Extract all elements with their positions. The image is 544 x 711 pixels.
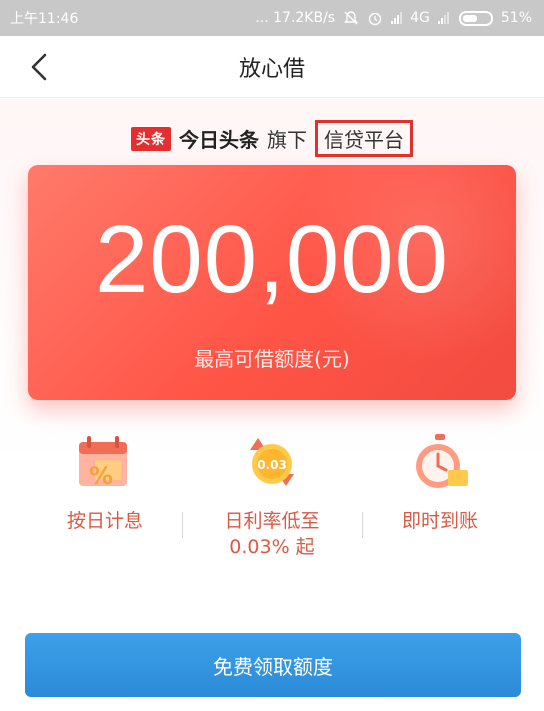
nav-bar: 放心借: [0, 36, 544, 98]
feature-label: 按日计息: [66, 510, 143, 532]
network-type: 4G: [410, 10, 430, 26]
feature-daily-interest: % 按日计息: [30, 430, 180, 534]
credit-limit-card: 200,000 最高可借额度(元): [28, 165, 516, 400]
back-button[interactable]: [22, 50, 56, 84]
status-bar: 上午11:46 ... 17.2KB/s 4G 51%: [0, 0, 544, 36]
calendar-percent-icon: %: [79, 436, 127, 490]
claim-limit-button[interactable]: 免费领取额度: [25, 633, 521, 697]
feature-interest-rate: 0.03 日利率低至 0.03% 起: [197, 430, 347, 560]
alarm-icon: [368, 12, 382, 26]
brand-prefix: 旗下: [267, 128, 307, 152]
status-right: ... 17.2KB/s 4G 51%: [255, 10, 532, 26]
signal-icon: [391, 12, 403, 24]
feature-label: 日利率低至 0.03% 起: [224, 510, 320, 558]
brand-highlight: 信贷平台: [315, 120, 413, 157]
feature-divider: [182, 512, 183, 538]
signal-icon-2: [437, 12, 449, 24]
feature-instant-arrival: 即时到账: [365, 430, 515, 534]
stopwatch-icon: [416, 434, 468, 488]
feature-list: % 按日计息 0.03 日利率低至 0.03% 起 即时到账: [0, 430, 544, 580]
status-time: 上午11:46: [10, 11, 79, 27]
battery-icon: [458, 10, 493, 26]
brand-name: 今日头条: [179, 128, 259, 152]
credit-caption: 最高可借额度(元): [194, 347, 350, 371]
feature-label: 即时到账: [401, 510, 478, 532]
mute-icon: [344, 11, 359, 25]
brand-line: 头条 今日头条 旗下 信贷平台: [0, 120, 544, 157]
svg-text:0.03: 0.03: [257, 458, 287, 472]
coin-rate-icon: 0.03: [250, 438, 294, 486]
credit-amount: 200,000: [94, 206, 449, 313]
battery-level: 51%: [500, 10, 532, 26]
chevron-left-icon: [31, 53, 47, 81]
feature-divider: [362, 512, 363, 538]
svg-text:%: %: [89, 462, 113, 490]
network-speed: ... 17.2KB/s: [255, 10, 336, 26]
toutiao-logo: 头条: [131, 126, 171, 151]
page-title: 放心借: [238, 56, 305, 82]
